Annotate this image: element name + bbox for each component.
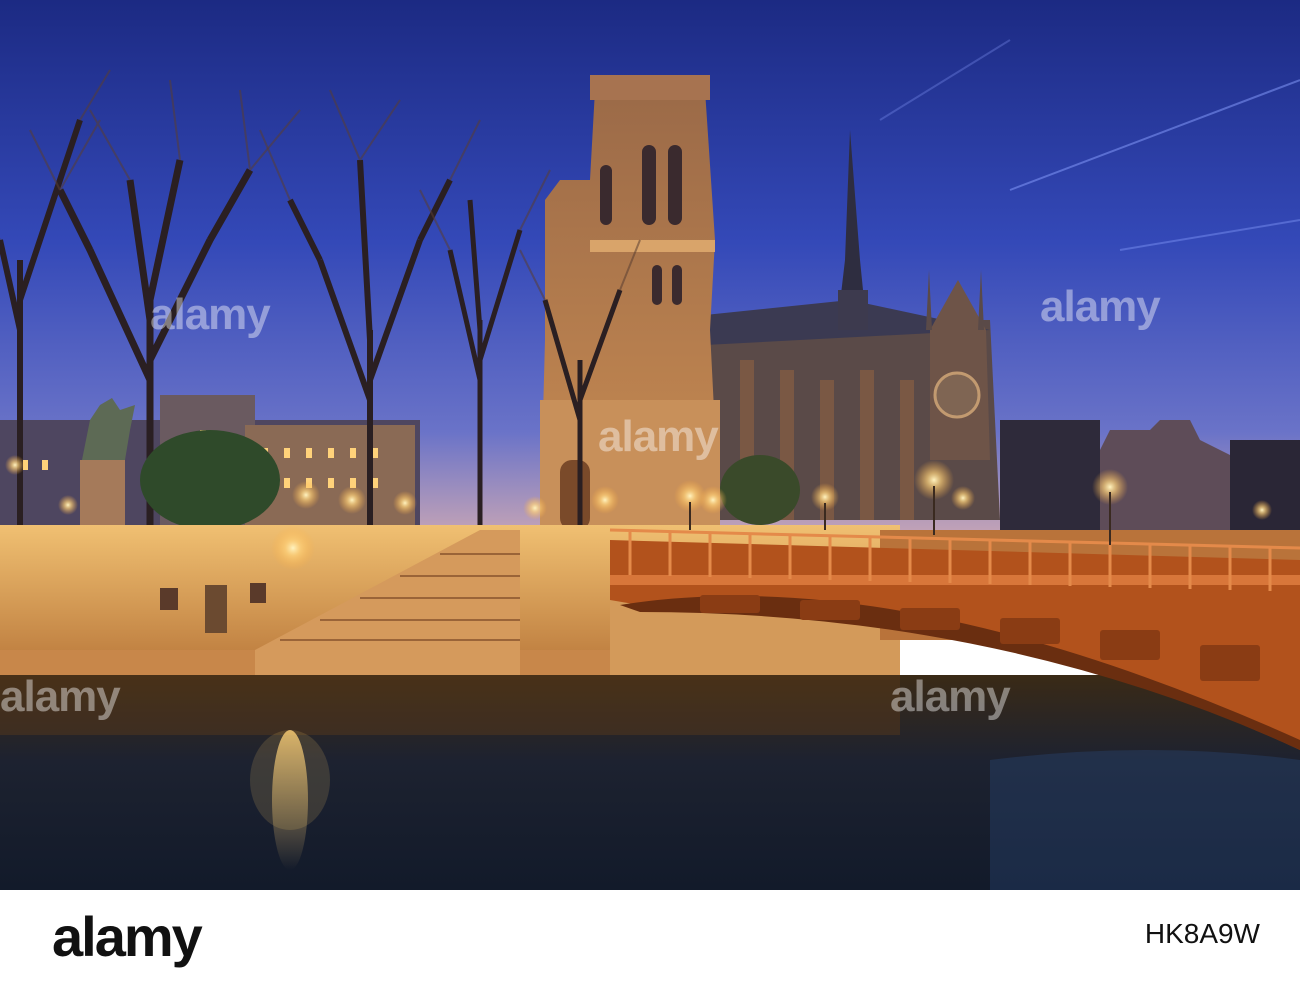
bridge-deck-edge xyxy=(610,575,1300,585)
tower-top xyxy=(590,75,710,100)
statue-pedestal xyxy=(80,460,125,530)
alamy-logo: alamy xyxy=(52,905,203,968)
image-id: HK8A9W xyxy=(1144,918,1260,949)
green-tree xyxy=(720,455,800,525)
quay-window xyxy=(160,588,178,610)
tower-gallery xyxy=(590,240,715,252)
watermark: alamy xyxy=(150,290,271,339)
distant-trees xyxy=(1000,420,1100,530)
water-light xyxy=(990,750,1300,890)
watermark: alamy xyxy=(0,672,121,721)
quay-door xyxy=(205,585,227,633)
footer-strip: alamy HK8A9W xyxy=(0,890,1300,981)
watermark: alamy xyxy=(890,672,1011,721)
watermark: alamy xyxy=(598,412,719,461)
green-tree xyxy=(140,430,280,530)
water-reflection xyxy=(0,675,900,735)
quay-window xyxy=(250,583,266,603)
spire-base xyxy=(838,290,868,330)
lamp-reflection-glow xyxy=(250,730,330,830)
photograph: alamy alamy alamy alamy alamy xyxy=(0,0,1300,890)
image-frame: alamy alamy alamy alamy alamy alamy HK8A… xyxy=(0,0,1300,981)
watermark: alamy xyxy=(1040,282,1161,331)
rose-window xyxy=(933,371,981,419)
portal xyxy=(560,460,590,530)
